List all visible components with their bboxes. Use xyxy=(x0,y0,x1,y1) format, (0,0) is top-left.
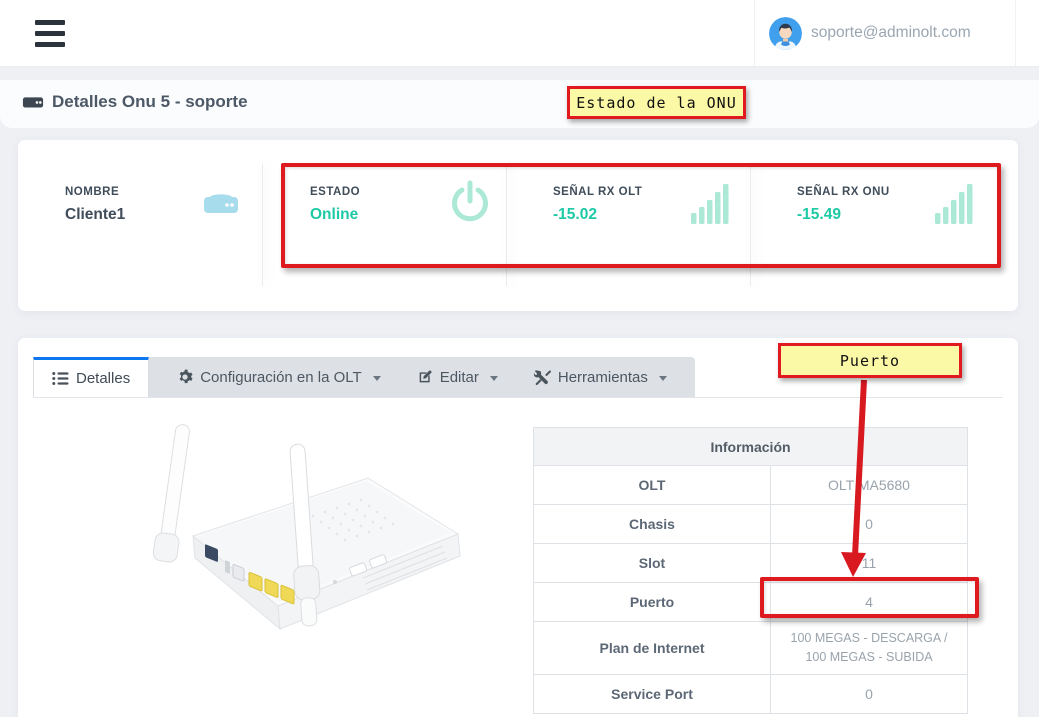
onu-product-image xyxy=(113,416,478,651)
hamburger-bar xyxy=(35,42,65,47)
row-value-slot: 11 xyxy=(771,544,967,582)
menu-toggle-button[interactable] xyxy=(35,20,65,47)
tools-icon xyxy=(534,369,551,386)
status-item-senal-rx-onu: SEÑAL RX ONU -15.49 xyxy=(751,140,994,311)
chevron-down-icon xyxy=(373,376,381,381)
tab-label: Configuración en la OLT xyxy=(200,369,361,386)
table-row: Chasis 0 xyxy=(534,505,967,544)
hamburger-bar xyxy=(35,20,65,25)
tab-label: Editar xyxy=(440,369,479,386)
row-label-chasis: Chasis xyxy=(534,505,771,543)
row-label-service-port: Service Port xyxy=(534,675,771,713)
status-label: SEÑAL RX OLT xyxy=(553,186,642,198)
list-icon xyxy=(52,371,69,386)
top-navigation-bar: soporte@adminolt.com xyxy=(0,0,1039,67)
status-item-senal-rx-olt: SEÑAL RX OLT -15.02 xyxy=(507,140,750,311)
row-label-puerto: Puerto xyxy=(534,583,771,621)
annotation-puerto-label: Puerto xyxy=(840,352,900,370)
user-email: soporte@adminolt.com xyxy=(811,24,971,42)
chevron-down-icon xyxy=(490,376,498,381)
tab-herramientas[interactable]: Herramientas xyxy=(516,369,685,386)
status-label: SEÑAL RX ONU xyxy=(797,186,890,198)
status-label: ESTADO xyxy=(310,186,360,198)
user-menu[interactable]: soporte@adminolt.com xyxy=(754,0,1016,66)
tab-configuracion-olt[interactable]: Configuración en la OLT xyxy=(159,369,398,386)
status-item-nombre: NOMBRE Cliente1 xyxy=(18,140,262,311)
power-icon xyxy=(448,180,492,228)
table-row: OLT OLT MA5680 xyxy=(534,466,967,505)
tab-label: Herramientas xyxy=(558,369,648,386)
status-value-senal-rx-olt: -15.02 xyxy=(553,206,597,224)
onu-status-card: NOMBRE Cliente1 ESTADO Online SEÑAL RX O… xyxy=(18,140,1018,311)
information-table: Información OLT OLT MA5680 Chasis 0 Slot… xyxy=(533,427,968,714)
status-value-estado: Online xyxy=(310,206,358,224)
tab-strip: Configuración en la OLT Editar xyxy=(149,357,695,397)
page-title: Detalles Onu 5 - soporte xyxy=(52,92,248,112)
table-header: Información xyxy=(534,428,967,466)
table-row: Slot 11 xyxy=(534,544,967,583)
gear-icon xyxy=(177,369,193,385)
status-label: NOMBRE xyxy=(65,186,119,198)
annotation-estado-de-la-onu: Estado de la ONU xyxy=(567,86,746,119)
row-value-service-port: 0 xyxy=(771,675,967,713)
table-row: Puerto 4 xyxy=(534,583,967,622)
row-value-chasis: 0 xyxy=(771,505,967,543)
row-value-puerto: 4 xyxy=(771,583,967,621)
onu-details-card: Detalles Configuración en la OLT xyxy=(18,338,1018,717)
tab-detalles[interactable]: Detalles xyxy=(33,357,149,397)
status-value-nombre: Cliente1 xyxy=(65,206,125,224)
table-row: Plan de Internet 100 MEGAS - DESCARGA / … xyxy=(534,622,967,675)
row-label-olt: OLT xyxy=(534,466,771,504)
tab-editar[interactable]: Editar xyxy=(399,369,516,386)
user-avatar xyxy=(769,17,802,50)
row-value-plan: 100 MEGAS - DESCARGA / 100 MEGAS - SUBID… xyxy=(771,622,967,674)
tab-bar: Detalles Configuración en la OLT xyxy=(33,357,695,397)
hamburger-bar xyxy=(35,31,65,36)
edit-icon xyxy=(417,369,433,385)
onu-device-icon xyxy=(22,93,44,111)
annotation-puerto: Puerto xyxy=(778,343,962,378)
row-label-plan: Plan de Internet xyxy=(534,622,771,674)
chevron-down-icon xyxy=(659,376,667,381)
page-title-row: Detalles Onu 5 - soporte xyxy=(22,92,248,112)
status-value-senal-rx-onu: -15.49 xyxy=(797,206,841,224)
tab-underline xyxy=(33,397,1003,398)
status-item-estado: ESTADO Online xyxy=(263,140,506,311)
signal-bars-icon xyxy=(689,182,731,226)
signal-bars-icon xyxy=(933,182,975,226)
row-label-slot: Slot xyxy=(534,544,771,582)
router-icon xyxy=(200,188,242,220)
table-row: Service Port 0 xyxy=(534,675,967,714)
row-value-olt: OLT MA5680 xyxy=(771,466,967,504)
annotation-estado-label: Estado de la ONU xyxy=(576,94,737,112)
tab-label: Detalles xyxy=(76,370,130,387)
